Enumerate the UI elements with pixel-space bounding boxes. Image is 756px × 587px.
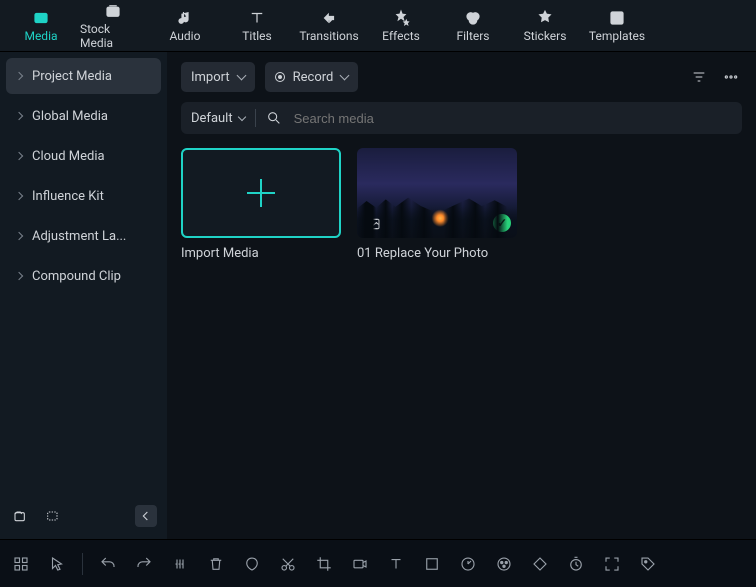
sidebar-item-label: Influence Kit	[32, 189, 104, 204]
tab-titles[interactable]: Titles	[224, 2, 290, 50]
titles-icon	[248, 9, 266, 27]
tab-stock-media[interactable]: Stock Media	[80, 2, 146, 50]
tab-label: Filters	[456, 29, 489, 43]
main-toolbar: Import Record	[181, 62, 742, 92]
tag-icon[interactable]	[637, 553, 659, 575]
media-tile[interactable]: Import Media	[181, 148, 341, 261]
marker-icon[interactable]	[169, 553, 191, 575]
tab-templates[interactable]: Templates	[584, 2, 650, 50]
sidebar-item-label: Adjustment La...	[32, 229, 126, 244]
record-label: Record	[293, 70, 334, 85]
tile-label: 01 Replace Your Photo	[357, 246, 517, 261]
grid-icon[interactable]	[10, 553, 32, 575]
import-button[interactable]: Import	[181, 62, 255, 92]
media-grid: Import Media ✓ 01 Replace Your Photo	[181, 144, 742, 261]
check-icon: ✓	[493, 214, 511, 232]
sidebar-item-global-media[interactable]: Global Media	[6, 98, 161, 134]
record-button[interactable]: Record	[265, 62, 359, 92]
more-icon[interactable]	[720, 66, 742, 88]
chevron-down-icon	[340, 71, 350, 81]
sidebar-item-compound-clip[interactable]: Compound Clip	[6, 258, 161, 294]
tab-label: Transitions	[299, 29, 358, 43]
media-icon	[32, 9, 50, 27]
search-icon	[266, 110, 282, 126]
sidebar-footer	[6, 499, 161, 533]
timeline-toolbar	[0, 539, 756, 587]
chevron-right-icon	[15, 112, 23, 120]
sort-button[interactable]: Default	[191, 111, 245, 126]
tab-label: Stock Media	[80, 22, 146, 50]
chevron-down-icon	[237, 113, 245, 121]
templates-icon	[608, 9, 626, 27]
tab-stickers[interactable]: Stickers	[512, 2, 578, 50]
expand-icon[interactable]	[601, 553, 623, 575]
stickers-icon	[536, 9, 554, 27]
tile-label: Import Media	[181, 246, 341, 261]
sidebar-item-project-media[interactable]: Project Media	[6, 58, 161, 94]
chevron-right-icon	[15, 272, 23, 280]
plus-icon	[247, 179, 275, 207]
search-row: Default	[181, 102, 742, 134]
chevron-right-icon	[15, 152, 23, 160]
stock-icon	[104, 2, 122, 20]
text-icon[interactable]	[385, 553, 407, 575]
tab-filters[interactable]: Filters	[440, 2, 506, 50]
tab-label: Stickers	[524, 29, 567, 43]
sidebar-item-label: Project Media	[32, 69, 112, 84]
effects-icon	[392, 9, 410, 27]
tab-label: Templates	[589, 29, 645, 43]
chevron-down-icon	[236, 71, 246, 81]
chevron-right-icon	[15, 232, 23, 240]
undo-icon[interactable]	[97, 553, 119, 575]
mask-icon[interactable]	[241, 553, 263, 575]
transitions-icon	[320, 9, 338, 27]
tab-label: Audio	[170, 29, 201, 43]
sidebar-item-adjustment-la-[interactable]: Adjustment La...	[6, 218, 161, 254]
media-thumbnail[interactable]: ✓	[357, 148, 517, 238]
separator	[82, 553, 83, 575]
import-label: Import	[191, 70, 230, 85]
new-folder-icon[interactable]	[10, 505, 32, 527]
shape-icon[interactable]	[421, 553, 443, 575]
tab-transitions[interactable]: Transitions	[296, 2, 362, 50]
chevron-right-icon	[15, 72, 23, 80]
media-tile[interactable]: ✓ 01 Replace Your Photo	[357, 148, 517, 261]
audio-icon	[176, 9, 194, 27]
tab-label: Titles	[242, 29, 271, 43]
divider	[255, 109, 256, 127]
speed-icon[interactable]	[457, 553, 479, 575]
tab-media[interactable]: Media	[8, 2, 74, 50]
timer-icon[interactable]	[565, 553, 587, 575]
chevron-right-icon	[15, 192, 23, 200]
main-panel: Import Record Default Import Media ✓ 01 Re…	[167, 52, 756, 539]
tab-label: Effects	[382, 29, 420, 43]
sidebar-item-label: Global Media	[32, 109, 108, 124]
tab-effects[interactable]: Effects	[368, 2, 434, 50]
collapse-sidebar-button[interactable]	[135, 505, 157, 527]
tab-label: Media	[24, 29, 57, 43]
color-icon[interactable]	[493, 553, 515, 575]
import-tile[interactable]	[181, 148, 341, 238]
tab-audio[interactable]: Audio	[152, 2, 218, 50]
search-input[interactable]	[292, 110, 732, 127]
new-bin-icon[interactable]	[42, 505, 64, 527]
record-icon	[275, 72, 285, 82]
filter-icon[interactable]	[688, 66, 710, 88]
filters-icon	[464, 9, 482, 27]
camera-icon[interactable]	[349, 553, 371, 575]
sidebar-item-label: Cloud Media	[32, 149, 105, 164]
delete-icon[interactable]	[205, 553, 227, 575]
top-nav: Media Stock Media Audio Titles Transitions Ef…	[0, 0, 756, 52]
keyframe-icon[interactable]	[529, 553, 551, 575]
sidebar-item-influence-kit[interactable]: Influence Kit	[6, 178, 161, 214]
pointer-icon[interactable]	[46, 553, 68, 575]
sidebar: Project Media Global Media Cloud Media Infl…	[0, 52, 167, 539]
image-icon	[365, 216, 381, 232]
sidebar-item-label: Compound Clip	[32, 269, 121, 284]
crop-icon[interactable]	[313, 553, 335, 575]
redo-icon[interactable]	[133, 553, 155, 575]
sidebar-item-cloud-media[interactable]: Cloud Media	[6, 138, 161, 174]
sort-label: Default	[191, 111, 233, 126]
cut-icon[interactable]	[277, 553, 299, 575]
